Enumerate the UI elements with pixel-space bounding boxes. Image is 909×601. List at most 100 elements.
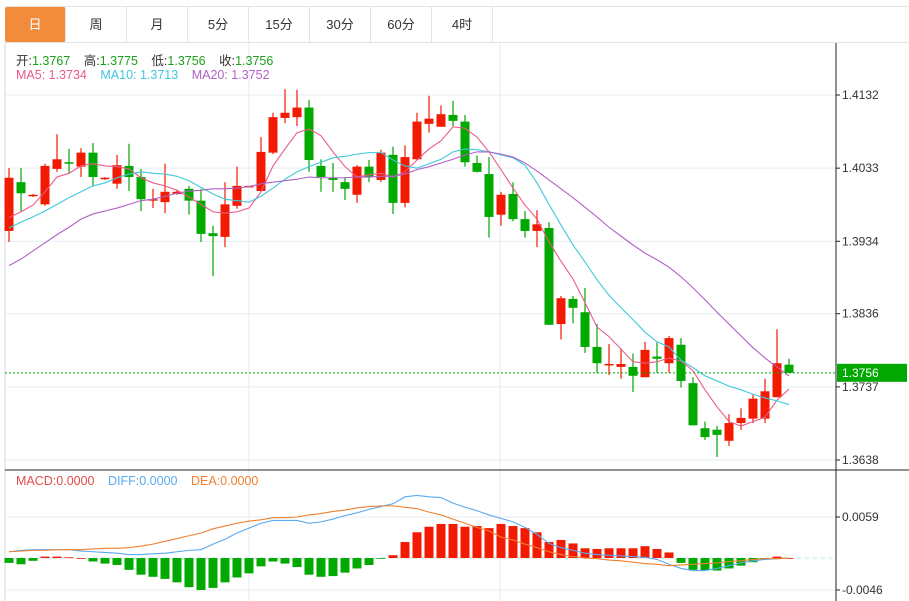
period-tabs: 日 周 月 5分 15分 30分 60分 4时 bbox=[5, 6, 909, 43]
price-tick-label: 1.4033 bbox=[842, 161, 879, 175]
macd-bar bbox=[676, 558, 686, 563]
macd-bar bbox=[256, 558, 266, 567]
tab-5min[interactable]: 5分 bbox=[188, 7, 249, 42]
chart-canvas[interactable]: 1.4132 1.4033 1.3934 1.3836 1.3737 1.3638 0.00… bbox=[0, 0, 909, 601]
macd-bar bbox=[352, 558, 362, 569]
tab-week[interactable]: 周 bbox=[66, 7, 127, 42]
candle-body bbox=[112, 165, 122, 184]
candle-body bbox=[472, 162, 482, 172]
high-label: 高: bbox=[83, 54, 100, 68]
macd-legend: MACD:0.0000 DIFF:0.0000 DEA:0.0000 bbox=[16, 474, 268, 488]
candle-body bbox=[196, 200, 206, 234]
candle-body bbox=[700, 428, 710, 438]
macd-bar bbox=[496, 523, 506, 559]
tab-15min[interactable]: 15分 bbox=[249, 7, 310, 42]
macd-bar bbox=[304, 558, 314, 575]
candle-body bbox=[220, 204, 230, 237]
macd-bar bbox=[148, 558, 158, 577]
macd-bar bbox=[328, 558, 338, 577]
macd-bar bbox=[280, 558, 290, 564]
candle-body bbox=[304, 107, 314, 161]
macd-tick-label: -0.0046 bbox=[842, 583, 883, 597]
diff-value: DIFF:0.0000 bbox=[108, 474, 178, 488]
candle-body bbox=[508, 194, 518, 220]
tab-4hour[interactable]: 4时 bbox=[432, 7, 493, 42]
candle-body bbox=[16, 182, 26, 194]
macd-bar bbox=[664, 552, 674, 559]
candle-body bbox=[592, 346, 602, 364]
price-tick-label: 1.3836 bbox=[842, 307, 879, 321]
candle-body bbox=[448, 114, 458, 121]
macd-bar bbox=[508, 526, 518, 559]
macd-bar bbox=[772, 556, 782, 559]
macd-bar bbox=[412, 532, 422, 559]
macd-bar bbox=[268, 558, 278, 562]
macd-bar bbox=[604, 548, 614, 559]
tab-30min[interactable]: 30分 bbox=[310, 7, 371, 42]
candle-body bbox=[28, 194, 38, 197]
indicator-lines bbox=[5, 126, 836, 572]
candle-body bbox=[424, 118, 434, 124]
candle-body bbox=[100, 177, 110, 180]
macd-bar bbox=[160, 558, 170, 579]
candles bbox=[4, 89, 794, 458]
candle-body bbox=[712, 429, 722, 435]
macd-bar bbox=[292, 558, 302, 568]
macd-bar bbox=[364, 558, 374, 565]
macd-bar bbox=[4, 558, 14, 563]
macd-bar bbox=[220, 558, 230, 583]
tab-day[interactable]: 日 bbox=[5, 7, 66, 42]
candle-body bbox=[520, 219, 530, 231]
ma10-value: MA10: 1.3713 bbox=[100, 68, 179, 82]
candle-body bbox=[280, 112, 290, 118]
macd-bar bbox=[184, 558, 194, 588]
low-label: 低: bbox=[151, 54, 168, 68]
candle-body bbox=[232, 185, 242, 206]
grid bbox=[4, 42, 909, 601]
price-axis[interactable]: 1.4132 1.4033 1.3934 1.3836 1.3737 1.3638 0.00… bbox=[835, 42, 907, 601]
ma10-line bbox=[8, 148, 790, 406]
candle-body bbox=[316, 165, 326, 178]
candle-body bbox=[76, 152, 86, 167]
macd-bar bbox=[472, 526, 482, 559]
ma5-value: MA5: 1.3734 bbox=[16, 68, 87, 82]
candle-body bbox=[748, 398, 758, 419]
candle-body bbox=[136, 177, 146, 200]
ma20-value: MA20: 1.3752 bbox=[191, 68, 270, 82]
macd-bar bbox=[592, 548, 602, 559]
macd-bar bbox=[448, 523, 458, 559]
macd-histogram bbox=[4, 523, 794, 590]
high-value: 1.3775 bbox=[99, 54, 138, 68]
price-tick-label: 1.3737 bbox=[842, 380, 879, 394]
open-label: 开: bbox=[16, 54, 32, 68]
macd-bar bbox=[52, 556, 62, 559]
macd-bar bbox=[652, 548, 662, 559]
candle-body bbox=[628, 366, 638, 376]
candle-body bbox=[268, 117, 278, 153]
candle-body bbox=[64, 162, 74, 164]
tab-month[interactable]: 月 bbox=[127, 7, 188, 42]
tab-60min[interactable]: 60分 bbox=[371, 7, 432, 42]
macd-bar bbox=[16, 558, 26, 565]
macd-bar bbox=[340, 558, 350, 573]
macd-bar bbox=[316, 558, 326, 577]
ma-legend: MA5: 1.3734 MA10: 1.3713 MA20: 1.3752 bbox=[16, 68, 280, 82]
macd-bar bbox=[232, 558, 242, 578]
macd-bar bbox=[208, 558, 218, 588]
candle-body bbox=[772, 363, 782, 398]
candle-body bbox=[580, 312, 590, 347]
candle-body bbox=[556, 298, 566, 325]
macd-bar bbox=[76, 558, 86, 559]
macd-bar bbox=[172, 558, 182, 583]
candle-body bbox=[652, 356, 662, 359]
candle-body bbox=[604, 363, 614, 366]
macd-value: MACD:0.0000 bbox=[16, 474, 95, 488]
macd-bar bbox=[244, 558, 254, 574]
macd-bar bbox=[28, 558, 38, 561]
close-value: 1.3756 bbox=[235, 54, 274, 68]
macd-bar bbox=[64, 557, 74, 559]
macd-bar bbox=[112, 558, 122, 565]
candle-body bbox=[436, 114, 446, 127]
macd-bar bbox=[460, 526, 470, 559]
candle-body bbox=[40, 165, 50, 205]
